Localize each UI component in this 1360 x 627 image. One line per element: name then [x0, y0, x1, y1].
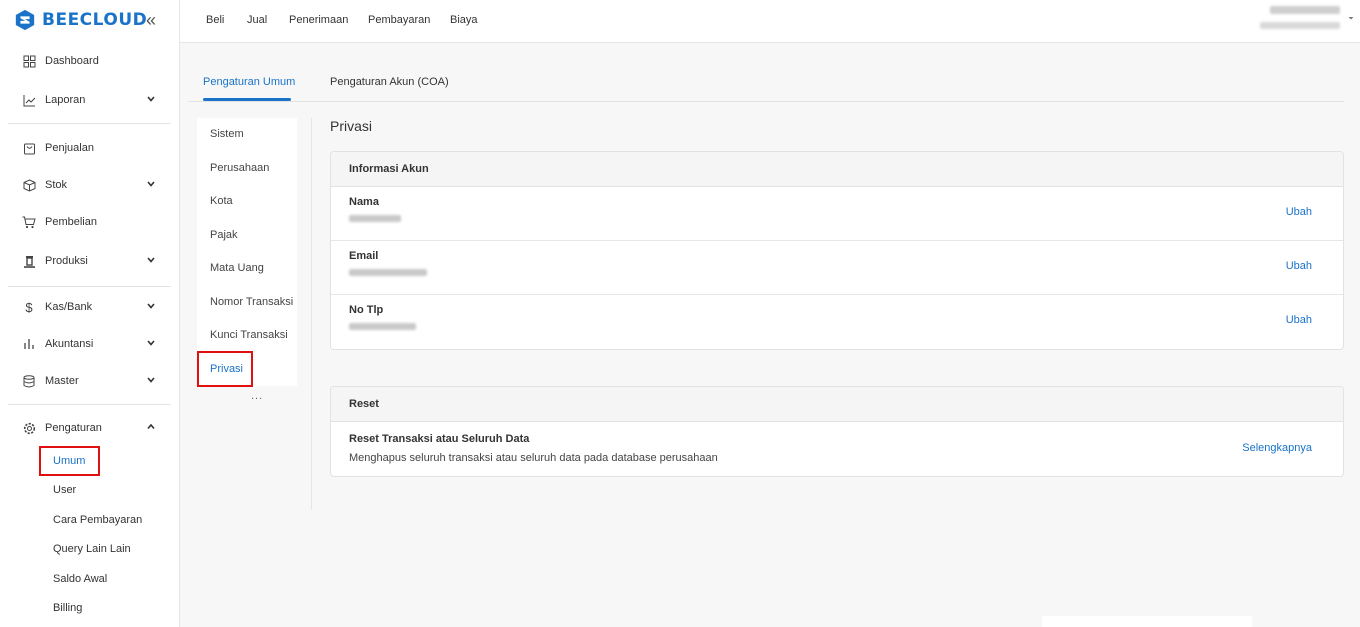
- grid-icon: [22, 54, 36, 68]
- box-icon: [22, 178, 36, 192]
- brand-logo[interactable]: BEECLOUD: [14, 9, 147, 31]
- highlight-box-privasi: [197, 351, 253, 387]
- bar-chart-icon: [22, 337, 36, 351]
- bag-icon: [22, 141, 36, 155]
- sidebar: BEECLOUD « Dashboard Laporan Penjualan S…: [0, 0, 180, 627]
- top-bar: Beli Jual Penerimaan Pembayaran Biaya: [180, 0, 1360, 43]
- submenu-mata-uang[interactable]: Mata Uang: [210, 262, 264, 274]
- sidebar-item-penjualan[interactable]: Penjualan: [22, 137, 162, 159]
- tab-pengaturan-umum[interactable]: Pengaturan Umum: [203, 76, 295, 88]
- double-chevron-left-icon[interactable]: «: [146, 10, 156, 30]
- field-value-redacted: [349, 215, 401, 222]
- account-info-header: Informasi Akun: [331, 152, 1343, 187]
- submenu-perusahaan[interactable]: Perusahaan: [210, 162, 269, 174]
- sidebar-item-dashboard[interactable]: Dashboard: [22, 50, 162, 72]
- sidebar-sub-saldo-awal[interactable]: Saldo Awal: [53, 571, 107, 587]
- dollar-icon: $: [25, 299, 33, 315]
- submenu-sistem[interactable]: Sistem: [210, 128, 244, 140]
- settings-submenu: [197, 118, 297, 386]
- topnav-penerimaan[interactable]: Penerimaan: [289, 14, 348, 26]
- chevron-down-icon: [147, 181, 155, 187]
- sidebar-sub-user[interactable]: User: [53, 482, 76, 498]
- caret-down-icon[interactable]: [1347, 14, 1355, 22]
- account-row-nama: Nama Ubah: [331, 187, 1343, 241]
- submenu-kota[interactable]: Kota: [210, 195, 233, 207]
- sidebar-item-label: Laporan: [45, 94, 86, 106]
- brand-name: BEECLOUD: [42, 10, 148, 30]
- sidebar-item-master[interactable]: Master: [22, 370, 162, 392]
- chevron-down-icon: [147, 303, 155, 309]
- cart-icon: [22, 215, 36, 229]
- tab-pengaturan-akun[interactable]: Pengaturan Akun (COA): [330, 76, 449, 88]
- sidebar-item-label: Akuntansi: [45, 338, 94, 350]
- sidebar-sub-billing[interactable]: Billing: [53, 600, 82, 616]
- sidebar-divider: [8, 123, 171, 124]
- sidebar-item-label: Pengaturan: [45, 422, 102, 434]
- topnav-pembayaran[interactable]: Pembayaran: [368, 14, 430, 26]
- sidebar-divider: [8, 286, 171, 287]
- sidebar-divider: [8, 404, 171, 405]
- sidebar-item-label: Pembelian: [45, 216, 97, 228]
- chevron-down-icon: [147, 257, 155, 263]
- submenu-nomor-transaksi[interactable]: Nomor Transaksi: [210, 296, 293, 308]
- field-label: No Tlp: [349, 304, 384, 316]
- sidebar-sub-cara-pembayaran[interactable]: Cara Pembayaran: [53, 512, 142, 528]
- chevron-down-icon: [147, 96, 155, 102]
- highlight-box-umum: [39, 446, 100, 476]
- sidebar-item-label: Penjualan: [45, 142, 94, 154]
- field-label: Nama: [349, 196, 379, 208]
- sidebar-item-akuntansi[interactable]: Akuntansi: [22, 333, 162, 355]
- page-title: Privasi: [330, 118, 373, 134]
- reset-row-title: Reset Transaksi atau Seluruh Data: [349, 433, 530, 445]
- sidebar-item-label: Stok: [45, 179, 68, 191]
- bee-logo-icon: [15, 9, 35, 31]
- topnav-jual[interactable]: Jual: [247, 14, 267, 26]
- account-row-notlp: No Tlp Ubah: [331, 295, 1343, 349]
- field-label: Email: [349, 250, 379, 262]
- submenu-more[interactable]: ...: [251, 390, 263, 402]
- submenu-pajak[interactable]: Pajak: [210, 229, 238, 241]
- sidebar-item-label: Kas/Bank: [45, 301, 93, 313]
- sidebar-sub-query-lain-lain[interactable]: Query Lain Lain: [53, 541, 131, 557]
- account-info-card: Informasi Akun Nama Ubah Email Ubah No T…: [330, 151, 1344, 350]
- edit-nama-link[interactable]: Ubah: [1286, 206, 1312, 218]
- sidebar-item-label: Master: [45, 375, 79, 387]
- sidebar-item-label: Produksi: [45, 255, 88, 267]
- vertical-divider: [311, 118, 312, 510]
- user-name-redacted[interactable]: [1270, 6, 1340, 14]
- edit-email-link[interactable]: Ubah: [1286, 260, 1312, 272]
- reset-row: Reset Transaksi atau Seluruh Data Mengha…: [331, 422, 1343, 476]
- account-row-email: Email Ubah: [331, 241, 1343, 295]
- sidebar-item-pembelian[interactable]: Pembelian: [22, 211, 162, 233]
- tab-divider: [188, 101, 1344, 102]
- chart-line-icon: [22, 93, 36, 107]
- database-icon: [22, 374, 36, 388]
- sidebar-item-label: Dashboard: [45, 55, 99, 67]
- field-value-redacted: [349, 269, 427, 276]
- bottom-overlay: [1042, 616, 1252, 627]
- submenu-kunci-transaksi[interactable]: Kunci Transaksi: [210, 329, 288, 341]
- sidebar-item-kas-bank[interactable]: $ Kas/Bank: [22, 296, 162, 318]
- gear-icon: [22, 421, 36, 435]
- topnav-beli[interactable]: Beli: [206, 14, 224, 26]
- edit-notlp-link[interactable]: Ubah: [1286, 314, 1312, 326]
- sidebar-item-laporan[interactable]: Laporan: [22, 89, 162, 111]
- sidebar-item-pengaturan[interactable]: Pengaturan: [22, 417, 162, 439]
- chevron-up-icon: [147, 423, 155, 430]
- sidebar-item-produksi[interactable]: Produksi: [22, 250, 162, 272]
- field-value-redacted: [349, 323, 416, 330]
- reset-row-description: Menghapus seluruh transaksi atau seluruh…: [349, 452, 718, 464]
- factory-icon: [22, 254, 36, 268]
- chevron-down-icon: [147, 377, 155, 383]
- reset-more-link[interactable]: Selengkapnya: [1242, 442, 1312, 454]
- user-email-redacted: [1260, 22, 1340, 29]
- sidebar-item-stok[interactable]: Stok: [22, 174, 162, 196]
- reset-card: Reset Reset Transaksi atau Seluruh Data …: [330, 386, 1344, 477]
- topnav-biaya[interactable]: Biaya: [450, 14, 478, 26]
- reset-header: Reset: [331, 387, 1343, 422]
- chevron-down-icon: [147, 340, 155, 346]
